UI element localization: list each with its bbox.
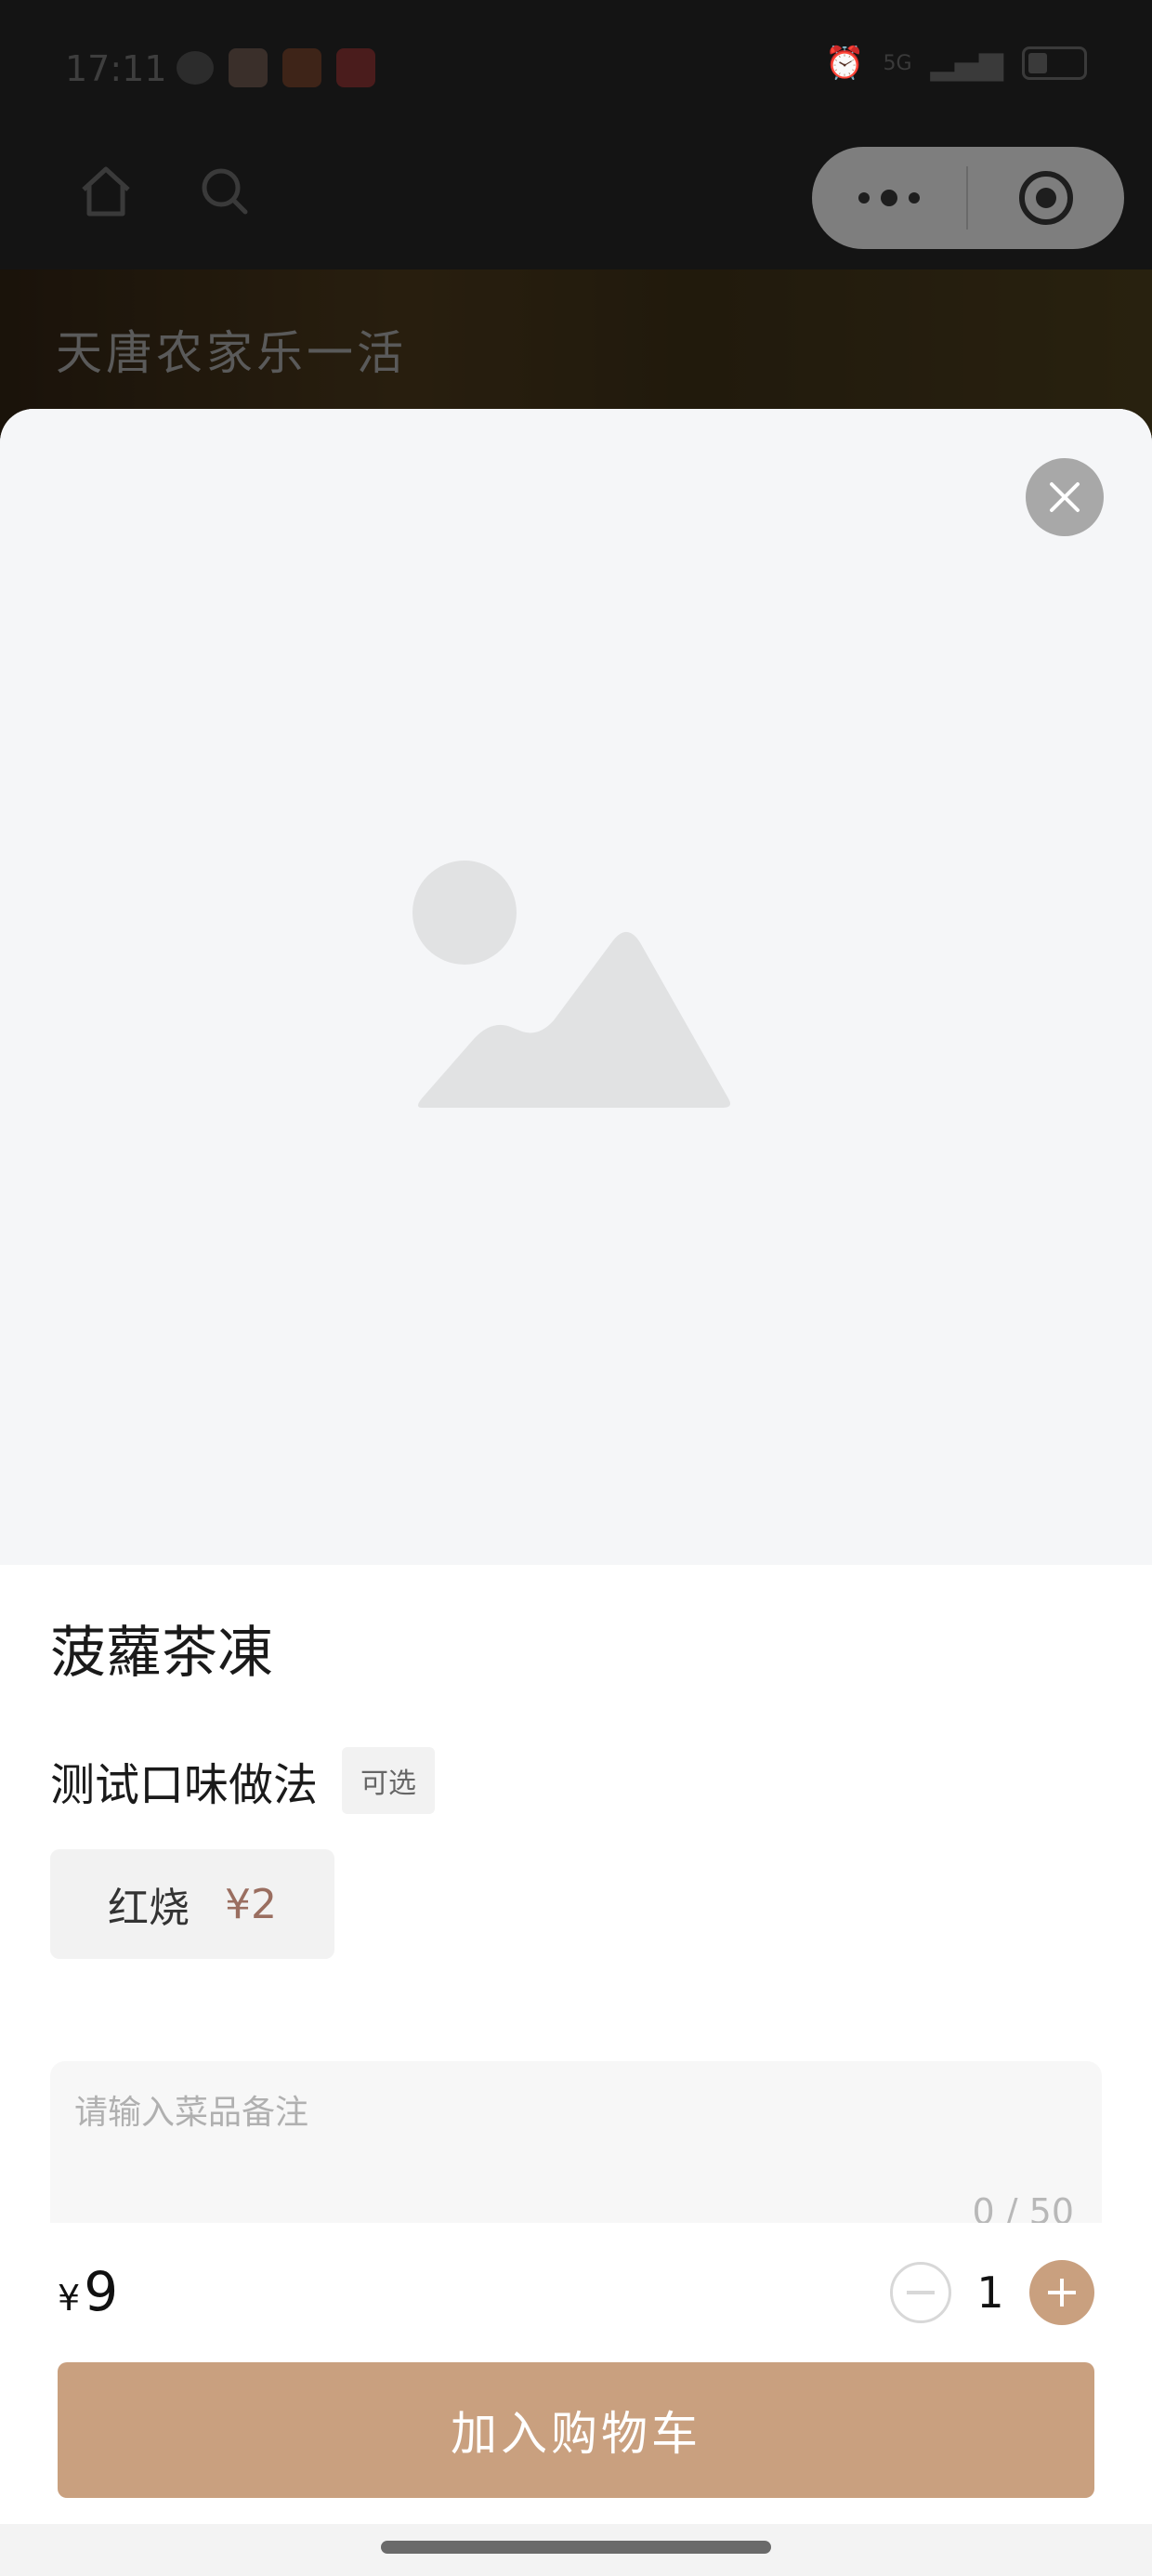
- quantity-stepper: 1: [890, 2260, 1094, 2325]
- option-choice[interactable]: 红烧 ¥2: [50, 1849, 334, 1959]
- signal-icon: ▂▄▆: [930, 45, 1003, 82]
- image-placeholder-icon: [412, 861, 730, 1108]
- alarm-icon: ⏰: [825, 45, 865, 82]
- top-navbar: [0, 139, 1152, 269]
- signal-label: 5G: [883, 51, 912, 75]
- more-icon[interactable]: [812, 189, 966, 207]
- toutiao-icon: [336, 48, 375, 87]
- plus-icon: [1048, 2279, 1076, 2307]
- product-image: [0, 409, 1152, 1565]
- status-app-icons: [177, 48, 375, 87]
- option-choice-name: 红烧: [108, 1885, 190, 1932]
- add-to-cart-button[interactable]: 加入购物车: [58, 2362, 1094, 2498]
- search-icon[interactable]: [195, 162, 255, 221]
- battery-icon: [1022, 46, 1087, 80]
- game-icon: [229, 48, 268, 87]
- minus-icon: [907, 2291, 935, 2294]
- quantity-value: 1: [976, 2267, 1004, 2318]
- status-time: 17:11: [65, 48, 167, 89]
- option-group-header: 测试口味做法 可选: [50, 1747, 436, 1814]
- food-app-icon: [282, 48, 321, 87]
- optional-tag: 可选: [342, 1747, 436, 1814]
- total-price: ¥ 9: [58, 2260, 118, 2323]
- total-amount: 9: [84, 2260, 119, 2323]
- product-name: 菠蘿茶凍: [50, 1621, 273, 1686]
- close-button[interactable]: [1026, 458, 1104, 536]
- close-icon: [1050, 482, 1080, 512]
- increase-quantity-button[interactable]: [1029, 2260, 1094, 2325]
- cart-action-bar: ¥ 9 1 加入购物车: [0, 2223, 1152, 2576]
- currency-symbol: ¥: [58, 2278, 81, 2319]
- option-group-title: 测试口味做法: [50, 1759, 319, 1811]
- status-right-icons: ⏰ 5G ▂▄▆: [825, 45, 1087, 82]
- status-bar: 17:11 ⏰ 5G ▂▄▆: [0, 0, 1152, 139]
- home-indicator[interactable]: [381, 2541, 771, 2554]
- decrease-quantity-button[interactable]: [890, 2262, 951, 2323]
- home-icon[interactable]: [76, 162, 136, 221]
- wechat-icon: [177, 51, 214, 85]
- option-choice-price: ¥2: [225, 1880, 277, 1928]
- miniprogram-capsule: [812, 147, 1124, 249]
- close-miniprogram-icon[interactable]: [968, 168, 1124, 228]
- banner-title: 天唐农家乐一活: [56, 326, 407, 380]
